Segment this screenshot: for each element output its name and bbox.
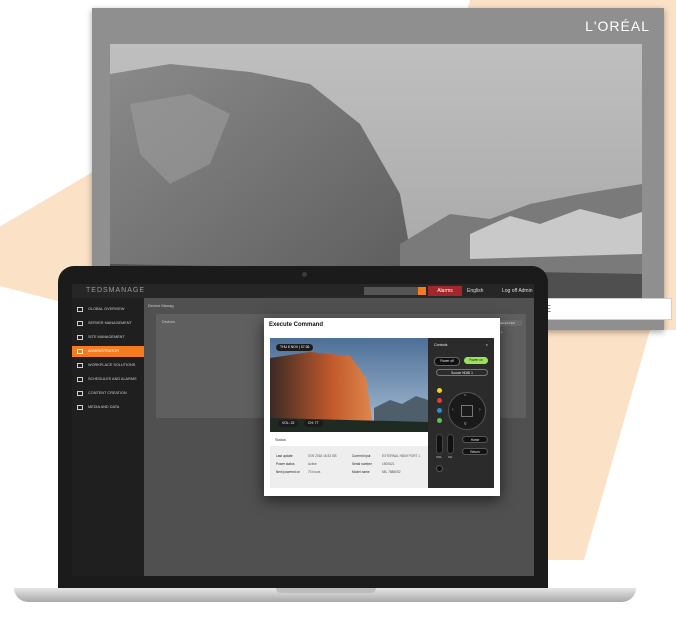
laptop-base [14,588,636,602]
laptop: TEDSMANAGE Alarms English Log off Admin … [58,266,548,588]
home-button[interactable]: Home [462,436,488,443]
close-icon[interactable]: × [486,342,488,347]
source-select[interactable]: Source HDMI 1 [436,369,488,376]
sidebar-item-global-overview[interactable]: GLOBAL OVERVIEW [72,304,144,315]
mute-button[interactable] [436,465,443,472]
site-icon [77,335,83,340]
devices-label: Devices [162,320,175,324]
green-button[interactable] [437,418,442,423]
volume-rocker[interactable] [436,434,443,454]
status-label: Serial number [352,462,372,466]
controls-panel: Controls × Power off Power on Source HDM… [428,338,494,488]
return-button[interactable]: Return [462,448,488,455]
language-select[interactable]: English [467,286,483,296]
execute-command-dialog: Execute Command THU 8 NOV | 07:36 VOL: 2… [264,318,500,496]
left-arrow-icon[interactable]: ‹ [452,408,454,413]
ok-button[interactable] [461,405,473,417]
status-title: Status [275,438,286,442]
page-title: Device Manag [148,303,174,308]
sidebar-item-label: SCHEDULES AND ALARMS [88,377,137,381]
status-label: Power status [276,462,295,466]
sidebar: GLOBAL OVERVIEW SERVER MANAGEMENT SITE M… [72,298,144,576]
sidebar-item-workplace-solutions[interactable]: WORKPLACE SOLUTIONS [72,360,144,371]
up-arrow-icon[interactable]: ^ [464,395,466,400]
status-value: EXTERNAL HDMI PORT 1 [382,454,421,458]
search-input[interactable] [364,287,422,295]
sidebar-item-site-management[interactable]: SITE MANAGEMENT [72,332,144,343]
red-button[interactable] [437,398,442,403]
status-value: 07/6 2018 16:33 GB [308,454,337,458]
brand-logo: L'ORÉAL [585,18,650,34]
status-label: Last update [276,454,293,458]
channel-rocker[interactable] [447,434,454,454]
status-label: Current input [352,454,371,458]
status-value: 65L 7888052 [382,470,401,474]
channel-label: CH [448,455,453,459]
preview-channel: CH: 77 [304,420,323,427]
sidebar-item-label: WORKPLACE SOLUTIONS [88,363,136,367]
sidebar-item-label: SITE MANAGEMENT [88,335,125,339]
server-icon [77,321,83,326]
dialog-title: Execute Command [269,322,324,328]
camera-icon [302,272,307,277]
sidebar-item-label: SERVER MANAGEMENT [88,321,132,325]
directional-pad[interactable]: ^ ‹ › v [448,392,486,430]
main-panel: Device Manag Devices DEVICE AUTO DISCOVE… [144,298,534,576]
status-label: Next powered on [276,470,301,474]
laptop-screen: TEDSMANAGE Alarms English Log off Admin … [72,284,534,576]
power-on-button[interactable]: Power on [464,357,488,364]
sidebar-item-administrator[interactable]: ADMINISTRATOR [72,346,144,357]
status-value: 70 hours [308,470,321,474]
schedule-icon [77,377,83,382]
status-panel: Last update 07/6 2018 16:33 GB Power sta… [270,446,428,488]
sidebar-item-label: GLOBAL OVERVIEW [88,307,125,311]
sidebar-item-content-creation[interactable]: CONTENT CREATION [72,388,144,399]
workplace-icon [77,363,83,368]
media-icon [77,405,83,410]
search-icon[interactable] [418,287,426,295]
sidebar-item-label: ADMINISTRATOR [88,349,120,353]
status-label: Model name [352,470,370,474]
sidebar-item-server-management[interactable]: SERVER MANAGEMENT [72,318,144,329]
power-off-button[interactable]: Power off [434,357,460,366]
laptop-notch [276,588,376,593]
sidebar-item-label: MEDIA AND DATA [88,405,120,409]
right-arrow-icon[interactable]: › [479,408,481,413]
controls-title: Controls [434,343,448,347]
content-icon [77,391,83,396]
volume-label: VOL [436,455,443,459]
status-value: Active [308,462,317,466]
blue-button[interactable] [437,408,442,413]
screen-preview: THU 8 NOV | 07:36 VOL: 22 CH: 77 [270,338,428,432]
app-topbar: TEDSMANAGE Alarms English Log off Admin [72,284,534,298]
sidebar-item-schedules-alarms[interactable]: SCHEDULES AND ALARMS [72,374,144,385]
admin-icon [77,349,83,354]
status-value: 1500621 [382,462,395,466]
globe-icon [77,307,83,312]
alarms-button[interactable]: Alarms [428,286,462,296]
logoff-link[interactable]: Log off Admin [502,286,533,296]
sidebar-item-media-data[interactable]: MEDIA AND DATA [72,402,144,413]
preview-volume: VOL: 22 [278,420,299,427]
app-logo: TEDSMANAGE [86,287,146,294]
down-arrow-icon[interactable]: v [464,422,467,427]
yellow-button[interactable] [437,388,442,393]
preview-datetime: THU 8 NOV | 07:36 [276,344,314,351]
sidebar-item-label: CONTENT CREATION [88,391,127,395]
